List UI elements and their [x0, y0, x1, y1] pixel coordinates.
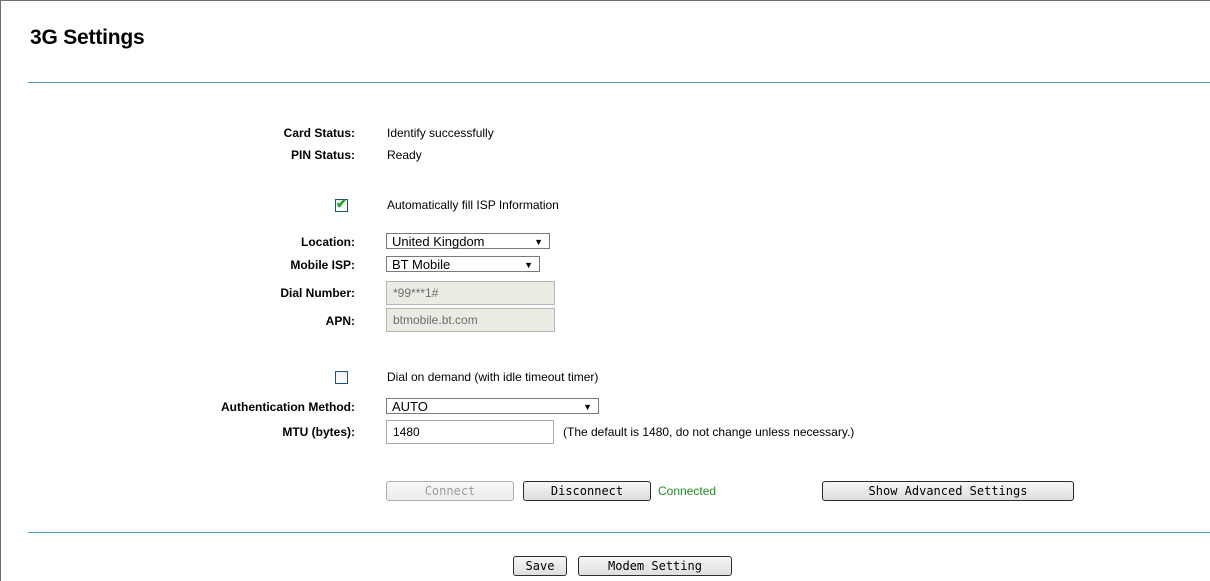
dial-number-label: Dial Number:: [280, 286, 355, 300]
mobile-isp-select-value: BT Mobile: [392, 257, 451, 272]
save-button[interactable]: Save: [513, 556, 567, 576]
location-label: Location:: [301, 235, 355, 249]
dial-number-field[interactable]: *99***1#: [386, 281, 555, 305]
pin-status-label: PIN Status:: [290, 148, 355, 162]
apn-field[interactable]: btmobile.bt.com: [386, 308, 555, 332]
mtu-label: MTU (bytes):: [282, 425, 355, 439]
chevron-down-icon: ▼: [524, 260, 533, 270]
card-status-label: Card Status:: [283, 126, 355, 140]
mtu-field[interactable]: 1480: [386, 420, 554, 444]
location-select-value: United Kingdom: [392, 234, 485, 249]
card-status-value: Identify successfully: [387, 126, 494, 140]
page-title: 3G Settings: [30, 26, 145, 49]
connect-button[interactable]: Connect: [386, 481, 514, 501]
checkmark-icon: ✔: [336, 196, 347, 211]
footer-divider: [28, 532, 1210, 533]
header-divider: [28, 82, 1210, 83]
window-top-border: [0, 0, 1210, 1]
apn-label: APN:: [325, 314, 355, 328]
mobile-isp-label: Mobile ISP:: [290, 258, 355, 272]
location-select[interactable]: United Kingdom ▼: [386, 233, 550, 249]
auto-fill-isp-label: Automatically fill ISP Information: [387, 198, 559, 212]
modem-setting-button[interactable]: Modem Setting: [578, 556, 732, 576]
mobile-isp-select[interactable]: BT Mobile ▼: [386, 256, 540, 272]
auth-method-label: Authentication Method:: [221, 400, 355, 414]
auto-fill-isp-checkbox[interactable]: ✔: [335, 196, 348, 212]
dial-on-demand-checkbox[interactable]: [335, 371, 348, 384]
disconnect-button[interactable]: Disconnect: [523, 481, 651, 501]
connection-status-text: Connected: [658, 484, 717, 498]
chevron-down-icon: ▼: [534, 237, 543, 247]
mtu-hint: (The default is 1480, do not change unle…: [563, 425, 855, 439]
show-advanced-settings-button[interactable]: Show Advanced Settings: [822, 481, 1074, 501]
auth-method-select-value: AUTO: [392, 399, 428, 414]
chevron-down-icon: ▼: [583, 402, 592, 412]
auth-method-select[interactable]: AUTO ▼: [386, 398, 599, 414]
dial-on-demand-label: Dial on demand (with idle timeout timer): [387, 370, 599, 384]
pin-status-value: Ready: [387, 148, 422, 162]
